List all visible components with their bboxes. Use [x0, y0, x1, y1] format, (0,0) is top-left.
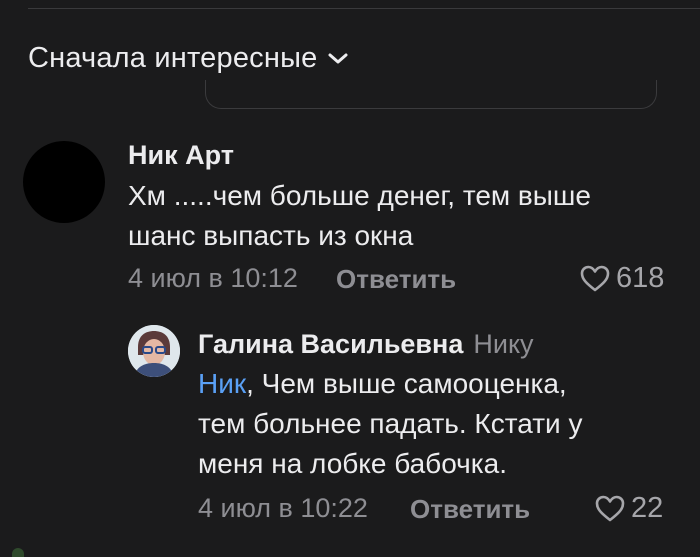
- heart-icon: [595, 495, 625, 522]
- reply-text-line: меня на лобке бабочка.: [198, 448, 507, 479]
- reply-to-label[interactable]: Нику: [473, 329, 533, 359]
- reply-button[interactable]: Ответить: [410, 494, 530, 525]
- reply-timestamp: 4 июл в 10:22: [198, 493, 368, 523]
- sort-label: Сначала интересные: [28, 41, 318, 74]
- comment-text: Хм .....чем больше денег, тем выше шанс …: [128, 176, 591, 256]
- heart-icon: [580, 265, 610, 292]
- chevron-down-icon: [327, 52, 349, 66]
- comment-timestamp: 4 июл в 10:12: [128, 263, 298, 293]
- like-count: 22: [631, 492, 664, 524]
- reply-text-line: Ник, Чем выше самооценка,: [198, 364, 582, 404]
- reply-text: Ник, Чем выше самооценка, тем больнее па…: [198, 364, 582, 484]
- comment-text-line: шанс выпасть из окна: [128, 220, 414, 251]
- avatar[interactable]: [23, 141, 105, 223]
- reply-author[interactable]: Галина Васильевна: [198, 329, 463, 359]
- mention-link[interactable]: Ник: [198, 368, 246, 399]
- reply-header: Галина Васильевна Нику: [198, 329, 534, 360]
- partial-avatar: [12, 548, 24, 557]
- top-divider: [28, 8, 700, 9]
- comment-author[interactable]: Ник Арт: [128, 140, 234, 171]
- like-count: 618: [616, 262, 665, 294]
- avatar[interactable]: [128, 325, 180, 377]
- comment-text-line: Хм .....чем больше денег, тем выше: [128, 180, 591, 211]
- sort-dropdown[interactable]: Сначала интересные: [28, 38, 349, 78]
- reply-text-segment: , Чем выше самооценка,: [246, 368, 567, 399]
- reply-text-line: тем больнее падать. Кстати у: [198, 408, 583, 439]
- reply-button[interactable]: Ответить: [336, 264, 456, 295]
- comment-input-edge[interactable]: [205, 80, 657, 109]
- like-button[interactable]: 22: [595, 492, 663, 525]
- like-button[interactable]: 618: [580, 262, 664, 295]
